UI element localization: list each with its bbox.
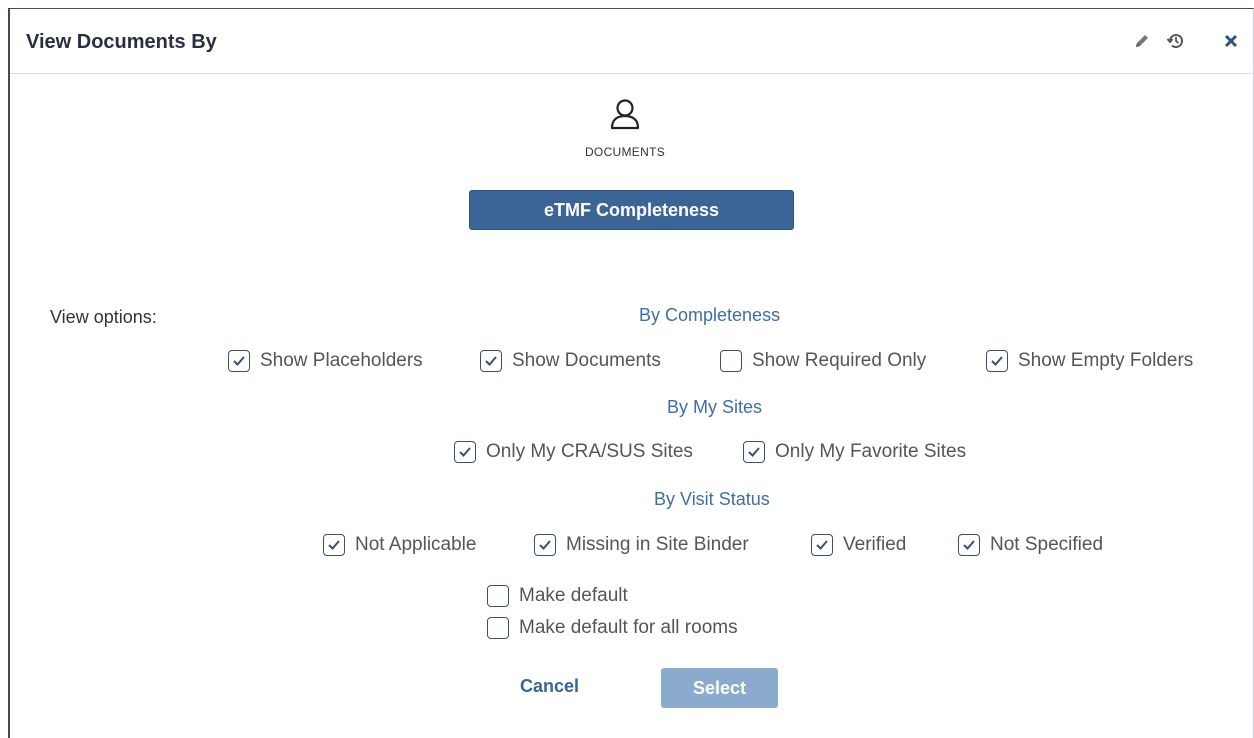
checkbox-box[interactable] — [534, 534, 556, 556]
checkbox-label: Only My Favorite Sites — [775, 441, 967, 462]
cancel-button[interactable]: Cancel — [520, 676, 579, 697]
checkbox-label: Make default — [519, 585, 628, 606]
checkbox-label: Show Required Only — [752, 350, 927, 371]
background-page-strip — [0, 0, 1254, 8]
view-options-label: View options: — [50, 307, 157, 327]
checkbox-label: Make default for all rooms — [519, 617, 738, 638]
checkbox-label: Show Documents — [512, 350, 661, 371]
section-title-visit-status: By Visit Status — [654, 489, 770, 509]
checkbox-box[interactable] — [480, 350, 502, 372]
checkbox-box[interactable] — [986, 350, 1008, 372]
close-icon[interactable] — [1219, 29, 1243, 53]
view-type-label: DOCUMENTS — [584, 145, 666, 159]
etmf-completeness-button[interactable]: eTMF Completeness — [469, 190, 794, 230]
section-title-completeness: By Completeness — [639, 305, 781, 325]
checkbox-missing-in-site-binder[interactable]: Missing in Site Binder — [534, 532, 749, 558]
checkbox-label: Only My CRA/SUS Sites — [486, 441, 693, 462]
checkbox-not-specified[interactable]: Not Specified — [958, 532, 1103, 558]
section-title-my-sites: By My Sites — [667, 397, 763, 417]
checkbox-box[interactable] — [228, 350, 250, 372]
user-icon — [610, 99, 640, 130]
checkbox-not-applicable[interactable]: Not Applicable — [323, 532, 476, 558]
pencil-icon[interactable] — [1130, 29, 1154, 53]
checkbox-label: Not Specified — [990, 534, 1104, 555]
checkbox-show-empty-folders[interactable]: Show Empty Folders — [986, 348, 1193, 374]
checkbox-box[interactable] — [323, 534, 345, 556]
checkbox-show-placeholders[interactable]: Show Placeholders — [228, 348, 423, 374]
checkbox-show-required-only[interactable]: Show Required Only — [720, 348, 926, 374]
checkbox-show-documents[interactable]: Show Documents — [480, 348, 661, 374]
checkbox-verified[interactable]: Verified — [811, 532, 906, 558]
select-button[interactable]: Select — [661, 668, 778, 708]
checkbox-only-my-favorite-sites[interactable]: Only My Favorite Sites — [743, 439, 966, 465]
checkbox-box[interactable] — [454, 441, 476, 463]
checkbox-label: Verified — [843, 534, 907, 555]
checkbox-make-default[interactable]: Make default — [487, 583, 628, 609]
checkbox-box[interactable] — [811, 534, 833, 556]
checkbox-make-default-all-rooms[interactable]: Make default for all rooms — [487, 615, 738, 641]
checkbox-box[interactable] — [487, 585, 509, 607]
checkbox-label: Missing in Site Binder — [566, 534, 749, 555]
history-icon[interactable] — [1164, 29, 1188, 53]
checkbox-box[interactable] — [743, 441, 765, 463]
dialog-header: View Documents By — [10, 9, 1253, 74]
checkbox-box[interactable] — [958, 534, 980, 556]
checkbox-box[interactable] — [720, 350, 742, 372]
checkbox-only-my-cra-sus-sites[interactable]: Only My CRA/SUS Sites — [454, 439, 693, 465]
checkbox-label: Not Applicable — [355, 534, 477, 555]
checkbox-label: Show Empty Folders — [1018, 350, 1194, 371]
checkbox-box[interactable] — [487, 617, 509, 639]
checkbox-label: Show Placeholders — [260, 350, 423, 371]
dialog-title: View Documents By — [26, 31, 217, 53]
view-documents-dialog: View Documents By DOCUMENTS eTMF Complet… — [8, 8, 1254, 738]
